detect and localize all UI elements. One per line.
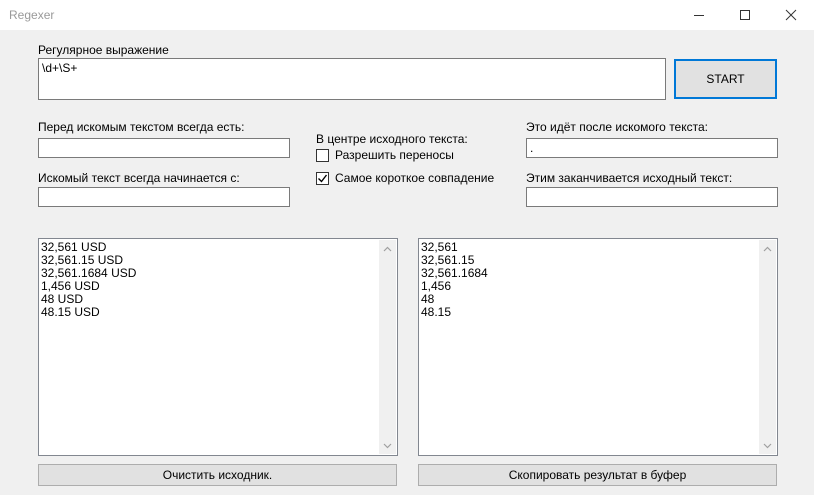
source-text-area[interactable]: 32,561 USD 32,561.15 USD 32,561.1684 USD… [38, 238, 398, 456]
regex-label: Регулярное выражение [38, 43, 169, 57]
before-text-input[interactable] [38, 138, 290, 158]
maximize-icon [740, 10, 750, 20]
scroll-up-button[interactable] [379, 240, 396, 257]
chevron-up-icon [383, 246, 392, 251]
ends-with-input[interactable] [526, 187, 778, 207]
ends-with-label: Этим заканчивается исходный текст: [526, 171, 733, 185]
source-text-lines: 32,561 USD 32,561.15 USD 32,561.1684 USD… [41, 241, 136, 319]
list-item: 48.15 [421, 305, 452, 319]
after-text-input[interactable] [526, 138, 778, 158]
before-text-label: Перед искомым текстом всегда есть: [38, 120, 245, 134]
shortest-match-checkbox[interactable] [316, 171, 329, 185]
allow-wrap-label: Разрешить переносы [335, 148, 454, 162]
result-scrollbar[interactable] [759, 240, 776, 454]
shortest-match-checkbox-row[interactable]: Самое короткое совпадение [316, 171, 494, 185]
starts-with-label: Искомый текст всегда начинается с: [38, 171, 240, 185]
minimize-icon [694, 15, 704, 16]
close-icon [785, 9, 797, 21]
scroll-up-button[interactable] [759, 240, 776, 257]
start-button[interactable]: START [674, 59, 777, 99]
clear-source-button[interactable]: Очистить исходник. [38, 464, 397, 486]
list-item: 48.15 USD [41, 305, 100, 319]
window-title: Regexer [9, 8, 55, 22]
after-text-label: Это идёт после искомого текста: [526, 120, 708, 134]
scroll-down-button[interactable] [379, 437, 396, 454]
maximize-button[interactable] [722, 0, 768, 30]
title-bar: Regexer [0, 0, 814, 30]
close-button[interactable] [768, 0, 814, 30]
minimize-button[interactable] [676, 0, 722, 30]
result-text-area[interactable]: 32,561 32,561.15 32,561.1684 1,456 48 48… [418, 238, 778, 456]
shortest-match-label: Самое короткое совпадение [335, 171, 495, 185]
source-scrollbar[interactable] [379, 240, 396, 454]
copy-result-button[interactable]: Скопировать результат в буфер [418, 464, 777, 486]
chevron-down-icon [383, 443, 392, 448]
scroll-down-button[interactable] [759, 437, 776, 454]
regex-input[interactable]: \d+\S+ [38, 58, 666, 100]
allow-wrap-checkbox[interactable] [316, 148, 329, 162]
starts-with-input[interactable] [38, 187, 290, 207]
center-label: В центре исходного текста: [316, 132, 468, 146]
checkmark-icon [318, 174, 328, 183]
chevron-down-icon [763, 443, 772, 448]
allow-wrap-checkbox-row[interactable]: Разрешить переносы [316, 148, 454, 162]
chevron-up-icon [763, 246, 772, 251]
result-text-lines: 32,561 32,561.15 32,561.1684 1,456 48 48… [421, 241, 488, 319]
